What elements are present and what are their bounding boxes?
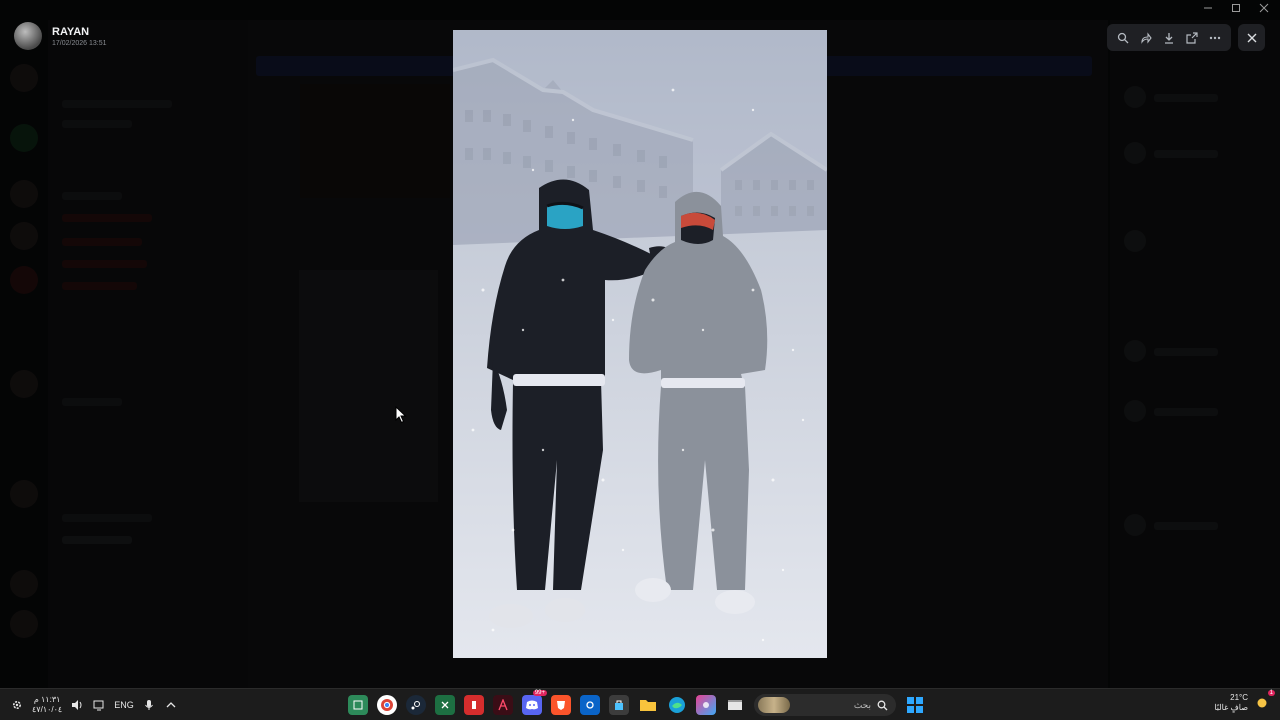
app-icon-red-app[interactable] [464,695,484,715]
media-toolbar [1107,24,1231,51]
volume-icon[interactable] [70,698,84,712]
media-viewer-header: RAYAN 17/02/2026 13:51 [14,22,107,50]
system-tray: ١١:٣١ م ٤٧/١٠/٠٤ ENG [10,693,178,717]
app-icon-edge[interactable] [667,695,687,715]
app-icon-adobe[interactable] [493,695,513,715]
weather-widget[interactable]: 21°C صافٍ غالبًا 1 [1214,690,1275,713]
notification-badge: 99+ [532,690,547,696]
app-icon-brave[interactable] [551,695,571,715]
zoom-icon[interactable] [1113,28,1133,48]
snow-scene-photo [453,30,827,658]
network-icon[interactable] [92,698,106,712]
chevron-up-icon[interactable] [164,698,178,712]
start-icon[interactable] [905,695,925,715]
clock[interactable]: ١١:٣١ م ٤٧/١٠/٠٤ [32,695,62,715]
clock-date: ٤٧/١٠/٠٤ [32,705,63,714]
maximize-icon[interactable] [1230,2,1242,14]
author-name[interactable]: RAYAN [52,26,107,38]
taskbar-apps: 99+ بحث [348,690,925,717]
taskbar: ١١:٣١ م ٤٧/١٠/٠٤ ENG 99+ بحث 21°C صافٍ غ… [0,688,1280,720]
enlarged-image[interactable] [453,30,827,658]
mouse-cursor-icon [395,406,407,424]
notification-count-badge: 1 [1267,690,1275,696]
app-icon-file-explorer[interactable] [638,695,658,715]
minimize-icon[interactable] [1202,2,1214,14]
app-icon-gallery[interactable] [348,695,368,715]
app-icon-steam[interactable] [406,695,426,715]
app-icon-copilot[interactable] [696,695,716,715]
microphone-icon[interactable] [142,698,156,712]
avatar[interactable] [14,22,42,50]
app-icon-outlook[interactable] [580,695,600,715]
search-highlight-image [758,697,790,713]
download-icon[interactable] [1159,28,1179,48]
search-placeholder: بحث [853,699,871,710]
open-external-icon[interactable] [1182,28,1202,48]
weather-icon: 1 [1254,690,1275,711]
language-indicator[interactable]: ENG [114,700,134,710]
app-icon-window[interactable] [725,695,745,715]
screen: RAYAN 17/02/2026 13:51 ١١:٣١ م ٤٧/١٠/٠٤ … [0,0,1280,720]
window-controls [1202,2,1270,14]
message-timestamp: 17/02/2026 13:51 [52,39,107,47]
search-icon [877,700,888,710]
app-icon-excel[interactable] [435,695,455,715]
app-icon-discord[interactable]: 99+ [522,690,547,715]
app-icon-store[interactable] [609,695,629,715]
weather-description: صافٍ غالبًا [1214,703,1248,712]
close-icon [1247,33,1256,42]
weather-temperature: 21°C [1230,693,1248,702]
window-close-icon[interactable] [1258,2,1270,14]
taskbar-search[interactable]: بحث [754,694,896,716]
forward-icon[interactable] [1136,28,1156,48]
close-viewer-button[interactable] [1238,24,1265,51]
more-icon[interactable] [1205,28,1225,48]
clock-time: ١١:٣١ م [33,695,61,704]
app-icon-chrome[interactable] [377,695,397,715]
settings-icon[interactable] [10,698,24,712]
